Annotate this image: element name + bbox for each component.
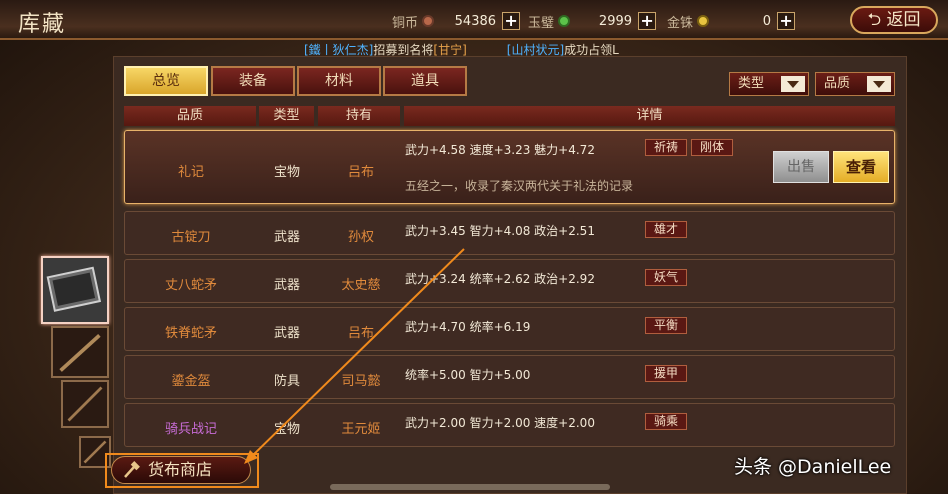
- tab-items[interactable]: 道具: [383, 66, 467, 96]
- item-type: 武器: [273, 230, 300, 245]
- item-holder: 吕布: [347, 326, 374, 341]
- chevron-down-icon: [867, 76, 891, 92]
- table-row[interactable]: 丈八蛇矛 武器 太史慈 武力+3.24 统率+2.62 政治+2.92 妖气: [124, 259, 895, 303]
- page-title: 库藏: [18, 12, 67, 37]
- item-thumbnail[interactable]: [61, 380, 109, 428]
- book-icon: [43, 258, 107, 322]
- item-name: 礼记: [177, 165, 204, 180]
- item-name: 丈八蛇矛: [164, 278, 217, 293]
- trait-tag: 骑乘: [645, 413, 688, 430]
- highlight-box: [105, 453, 259, 488]
- trait-tag: 妖气: [645, 269, 688, 286]
- item-holder: 吕布: [347, 165, 374, 180]
- column-header-details: 详情: [404, 106, 895, 126]
- tab-materials[interactable]: 材料: [297, 66, 381, 96]
- currency-gold: 金铢 0 +: [667, 10, 796, 32]
- spear-icon: [63, 382, 107, 426]
- currency-amount: 54386: [454, 13, 497, 29]
- item-stats: 统率+5.00 智力+5.00: [405, 368, 531, 382]
- filter-label: 品质: [824, 76, 851, 91]
- trait-tag: 援甲: [645, 365, 688, 382]
- table-row[interactable]: 鎏金盔 防具 司马懿 统率+5.00 智力+5.00 援甲: [124, 355, 895, 399]
- item-type: 宝物: [273, 165, 300, 180]
- back-button[interactable]: ⮌ 返回: [850, 6, 938, 34]
- column-header-type: 类型: [259, 106, 314, 126]
- item-stats: 武力+3.45 智力+4.08 政治+2.51: [405, 224, 595, 238]
- column-header-quality: 品质: [124, 106, 256, 126]
- currency-label: 铜币: [392, 15, 419, 31]
- item-stats: 武力+2.00 智力+2.00 速度+2.00: [405, 416, 595, 430]
- chevron-down-icon: [781, 76, 805, 92]
- top-bar: 库藏 铜币 54386 + 玉璧 2999 + 金铢 0 + ⮌ 返回: [0, 0, 948, 40]
- sword-icon: [53, 328, 107, 376]
- item-type: 防具: [273, 374, 300, 389]
- item-type: 宝物: [273, 422, 300, 437]
- quality-filter-dropdown[interactable]: 品质: [815, 72, 895, 96]
- item-thumbnail[interactable]: [51, 326, 109, 378]
- item-holder: 孙权: [347, 230, 374, 245]
- back-label: 返回: [886, 10, 921, 30]
- filter-label: 类型: [738, 76, 765, 91]
- trait-tag: 祈祷: [645, 139, 688, 156]
- item-type: 武器: [273, 326, 300, 341]
- table-row[interactable]: 骑兵战记 宝物 王元姬 武力+2.00 智力+2.00 速度+2.00 骑乘: [124, 403, 895, 447]
- notice-player: [鐵丨狄仁杰]: [304, 43, 374, 57]
- table-row[interactable]: 铁脊蛇矛 武器 吕布 武力+4.70 统率+6.19 平衡: [124, 307, 895, 351]
- trait-tag: 雄才: [645, 221, 688, 238]
- add-gold-button[interactable]: +: [777, 12, 796, 30]
- currency-label: 金铢: [667, 15, 694, 31]
- notice-text: 招募到名将: [373, 43, 434, 57]
- item-stats: 武力+3.24 统率+2.62 政治+2.92: [405, 272, 595, 286]
- horizontal-scrollbar[interactable]: [330, 484, 610, 490]
- trait-tag: 平衡: [645, 317, 688, 334]
- view-button[interactable]: 查看: [833, 151, 889, 183]
- add-jade-button[interactable]: +: [638, 12, 657, 30]
- item-holder: 太史慈: [341, 278, 381, 293]
- item-name: 骑兵战记: [164, 422, 217, 437]
- tab-overview[interactable]: 总览: [124, 66, 208, 96]
- add-copper-button[interactable]: +: [502, 12, 521, 30]
- item-stats: 武力+4.58 速度+3.23 魅力+4.72: [405, 143, 595, 157]
- gold-coin-icon: [697, 15, 710, 27]
- item-stats: 武力+4.70 统率+6.19: [405, 320, 531, 334]
- item-holder: 司马懿: [341, 374, 381, 389]
- currency-jade: 玉璧 2999 +: [528, 10, 657, 32]
- item-name: 古锭刀: [171, 230, 211, 245]
- return-arrow-icon: ⮌: [867, 10, 882, 30]
- currency-amount: 0: [762, 13, 772, 29]
- column-header-holder: 持有: [318, 106, 400, 126]
- item-name: 鎏金盔: [171, 374, 211, 389]
- watermark: 头条 @DanielLee: [734, 456, 892, 478]
- currency-label: 玉璧: [528, 15, 555, 31]
- item-holder: 王元姬: [341, 422, 381, 437]
- copper-coin-icon: [422, 15, 435, 27]
- table-row[interactable]: 古锭刀 武器 孙权 武力+3.45 智力+4.08 政治+2.51 雄才: [124, 211, 895, 255]
- item-name: 铁脊蛇矛: [164, 326, 217, 341]
- table-row[interactable]: 礼记 宝物 吕布 武力+4.58 速度+3.23 魅力+4.72 祈祷 刚体 五…: [124, 130, 895, 204]
- tab-equipment[interactable]: 装备: [211, 66, 295, 96]
- item-description: 五经之一，收录了秦汉两代关于礼法的记录: [405, 179, 634, 193]
- item-thumbnail[interactable]: [41, 256, 109, 324]
- currency-amount: 2999: [598, 13, 633, 29]
- item-type: 武器: [273, 278, 300, 293]
- notice-text: 成功占领L: [564, 43, 619, 57]
- trait-tag: 刚体: [691, 139, 734, 156]
- jade-coin-icon: [558, 15, 571, 27]
- notice-player: [山村状元]: [506, 43, 565, 57]
- sell-button[interactable]: 出售: [773, 151, 829, 183]
- type-filter-dropdown[interactable]: 类型: [729, 72, 809, 96]
- notice-general: [甘宁]: [433, 43, 467, 57]
- currency-copper: 铜币 54386 +: [392, 10, 521, 32]
